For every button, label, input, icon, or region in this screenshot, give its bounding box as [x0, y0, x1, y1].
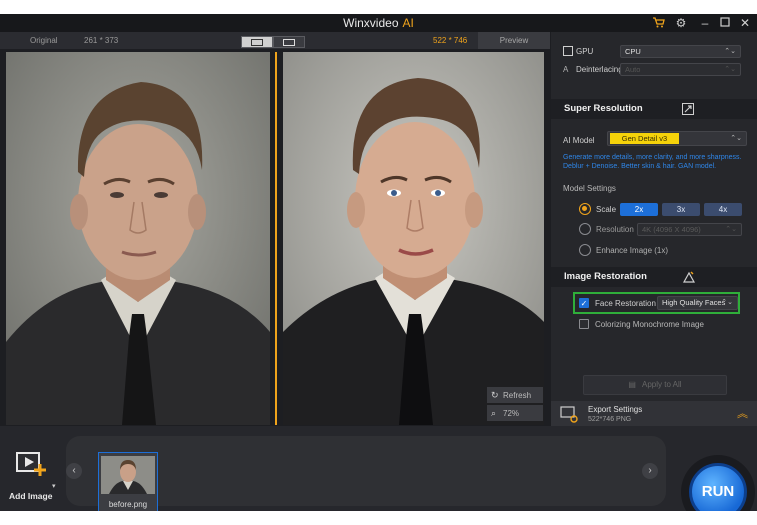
chevron-down-icon[interactable]: ▾: [52, 482, 56, 490]
face-restoration-label: Face Restoration: [595, 299, 656, 308]
deinterlacing-icon: A: [563, 65, 569, 74]
apply-to-all-label: Apply to All: [641, 380, 682, 389]
view-mode-toggle: [241, 36, 305, 48]
refresh-icon: ↻: [491, 390, 499, 400]
restore-magic-icon: [682, 270, 696, 284]
side-by-side-view-button[interactable]: [273, 36, 305, 48]
super-resolution-title: Super Resolution: [564, 103, 643, 114]
zoom-icon: ⌕: [491, 408, 497, 418]
gpu-select[interactable]: CPU ⌃⌄: [620, 45, 741, 58]
chevron-updown-icon: ⌃⌄: [721, 299, 733, 306]
resolution-label: Resolution: [596, 225, 634, 234]
add-image-label[interactable]: Add Image: [9, 491, 52, 501]
super-resolution-header: Super Resolution: [551, 99, 757, 119]
zoom-label: 72%: [503, 409, 520, 418]
scroll-left-button[interactable]: ‹: [66, 463, 82, 479]
run-button[interactable]: RUN: [689, 463, 747, 511]
gpu-label: GPU: [576, 47, 594, 56]
resolution-select-value: 4K (4096 X 4096): [642, 225, 701, 234]
original-label: Original: [30, 36, 58, 45]
refresh-button[interactable]: ↻ Refresh: [487, 387, 543, 403]
chevron-updown-icon: ⌃⌄: [724, 48, 736, 55]
maximize-icon[interactable]: [718, 16, 732, 30]
scale-2x-button[interactable]: 2x: [620, 203, 658, 216]
face-restoration-checkbox[interactable]: ✓: [579, 298, 589, 308]
face-restoration-row: ✓ Face Restoration High Quality Faces ⌃⌄: [573, 292, 740, 314]
deinterlacing-label: Deinterlacing: [576, 65, 623, 74]
export-settings-info: 522*746 PNG: [588, 416, 632, 423]
image-restoration-title: Image Restoration: [564, 271, 647, 282]
run-button-ring: RUN: [681, 455, 755, 511]
model-description: Generate more details, more clarity, and…: [563, 154, 742, 170]
chevron-updown-icon: ⌃⌄: [724, 66, 736, 73]
app-window: Winxvideo AI ⚙ – ✕ Original 261 * 373 522…: [0, 14, 757, 511]
ai-model-label: AI Model: [563, 136, 595, 145]
app-title: Winxvideo AI: [0, 16, 757, 30]
chevron-double-up-icon[interactable]: ︽: [737, 405, 748, 421]
cart-icon[interactable]: [651, 16, 665, 30]
apply-to-all-button[interactable]: ▤ Apply to All: [583, 375, 727, 395]
chevron-updown-icon: ⌃⌄: [730, 135, 742, 142]
scale-label: Scale: [596, 205, 617, 214]
original-image: [6, 52, 270, 425]
zoom-button[interactable]: ⌕ 72%: [487, 405, 543, 421]
title-bar: Winxvideo AI ⚙ – ✕: [0, 14, 757, 32]
scale-radio[interactable]: [579, 203, 591, 215]
gpu-select-value: CPU: [625, 47, 641, 56]
gpu-icon: [563, 46, 573, 56]
gear-icon[interactable]: ⚙: [674, 16, 688, 30]
scale-options: 2x 3x 4x: [620, 203, 742, 216]
app-title-ai: AI: [402, 16, 414, 30]
enhance-label: Enhance Image (1x): [596, 246, 669, 255]
scroll-right-button[interactable]: ›: [642, 463, 658, 479]
deinterlacing-select[interactable]: Auto ⌃⌄: [620, 63, 741, 76]
side-by-side-icon: [283, 38, 295, 46]
chevron-updown-icon: ⌃⌄: [725, 226, 737, 233]
refresh-label: Refresh: [503, 391, 532, 400]
deinterlacing-select-value: Auto: [625, 65, 641, 74]
apply-icon: ▤: [628, 380, 636, 389]
resolution-select[interactable]: 4K (4096 X 4096) ⌃⌄: [637, 223, 742, 236]
colorizing-checkbox[interactable]: [579, 319, 589, 329]
expand-icon[interactable]: [682, 103, 694, 115]
colorizing-label: Colorizing Monochrome Image: [595, 320, 704, 329]
app-title-text: Winxvideo: [343, 16, 399, 30]
split-view-button[interactable]: [241, 36, 273, 48]
scale-4x-button[interactable]: 4x: [704, 203, 742, 216]
output-size: 522 * 746: [433, 36, 468, 45]
original-size: 261 * 373: [84, 36, 119, 45]
export-settings-title: Export Settings: [588, 405, 643, 414]
ai-model-select[interactable]: Gen Detail v3 ⌃⌄: [607, 131, 747, 146]
resolution-radio[interactable]: [579, 223, 591, 235]
close-icon[interactable]: ✕: [738, 16, 752, 30]
thumbnail-image: [101, 456, 155, 494]
thumbnail-filename: before.png: [108, 500, 148, 509]
image-thumbnail[interactable]: before.png: [98, 452, 158, 511]
split-view-icon: [251, 38, 263, 46]
image-restoration-header: Image Restoration: [551, 267, 757, 287]
face-restoration-select[interactable]: High Quality Faces ⌃⌄: [657, 296, 738, 310]
export-settings-bar[interactable]: Export Settings 522*746 PNG ︽: [551, 401, 757, 426]
export-settings-icon: [560, 405, 578, 423]
model-settings-label: Model Settings: [563, 184, 616, 193]
enhance-radio[interactable]: [579, 244, 591, 256]
add-image-icon[interactable]: [12, 448, 52, 478]
compare-divider[interactable]: [275, 52, 277, 425]
settings-panel: GPU CPU ⌃⌄ A Deinterlacing Auto ⌃⌄ Super R…: [551, 32, 757, 426]
compare-header: Original 261 * 373 522 * 746: [0, 32, 550, 49]
ai-model-value: Gen Detail v3: [610, 133, 679, 144]
scale-3x-button[interactable]: 3x: [662, 203, 700, 216]
bottom-bar: ▾ Add Image ‹ › before.png RUN: [0, 426, 757, 511]
preview-tab[interactable]: Preview: [478, 32, 550, 49]
minimize-icon[interactable]: –: [698, 16, 712, 30]
face-restoration-value: High Quality Faces: [662, 298, 726, 307]
preview-image: [283, 52, 544, 425]
